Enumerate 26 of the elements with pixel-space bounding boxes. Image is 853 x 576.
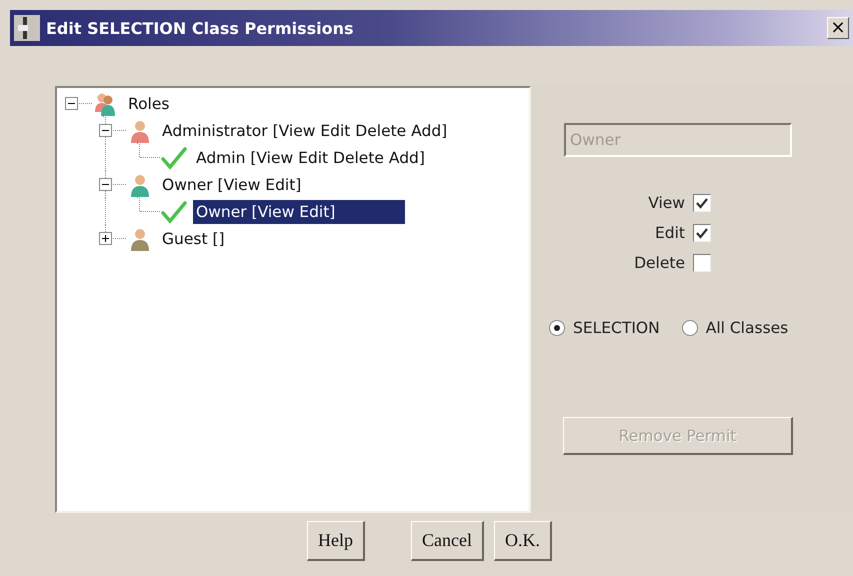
checkbox[interactable] bbox=[693, 224, 711, 242]
tree-item[interactable]: Admin [View Edit Delete Add] bbox=[193, 146, 428, 170]
permission-label: View bbox=[648, 194, 685, 212]
collapse-icon[interactable] bbox=[99, 124, 112, 137]
dialog-button[interactable]: Help bbox=[307, 521, 365, 561]
checkbox[interactable] bbox=[693, 194, 711, 212]
collapse-icon[interactable] bbox=[99, 178, 112, 191]
dialog-button[interactable]: Cancel bbox=[411, 521, 484, 561]
permission-label: Edit bbox=[654, 224, 685, 242]
tree-item[interactable]: Owner [View Edit] bbox=[159, 172, 304, 196]
close-button[interactable]: × bbox=[827, 17, 849, 39]
tree-item[interactable]: Administrator [View Edit Delete Add] bbox=[159, 118, 450, 142]
expand-icon[interactable] bbox=[99, 232, 112, 245]
collapse-icon[interactable] bbox=[65, 97, 78, 110]
tree-item[interactable]: Owner [View Edit] bbox=[193, 200, 405, 224]
window-title: Edit SELECTION Class Permissions bbox=[46, 18, 355, 38]
app-icon bbox=[14, 15, 40, 41]
tree-item[interactable]: Guest [] bbox=[159, 226, 228, 250]
checkmark-icon bbox=[161, 146, 187, 170]
permission-label: Delete bbox=[634, 254, 685, 272]
dialog-button[interactable]: O.K. bbox=[494, 521, 552, 561]
checkbox[interactable] bbox=[693, 254, 711, 272]
radio-option[interactable]: All Classes bbox=[682, 319, 788, 337]
radio-option[interactable]: SELECTION bbox=[549, 319, 660, 337]
tree-item[interactable]: Roles bbox=[125, 92, 172, 116]
checkmark-icon bbox=[161, 200, 187, 224]
